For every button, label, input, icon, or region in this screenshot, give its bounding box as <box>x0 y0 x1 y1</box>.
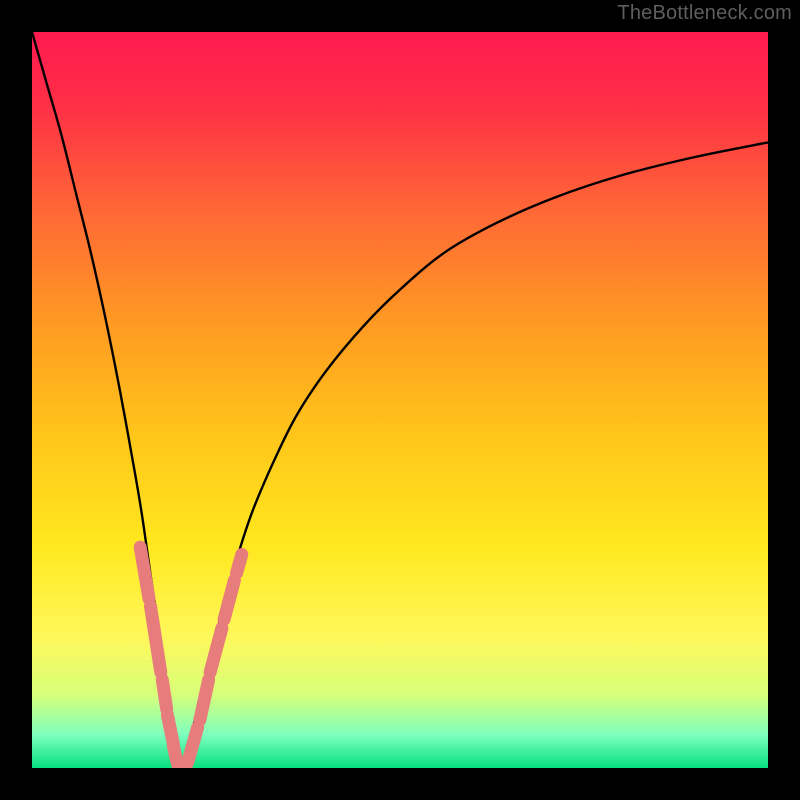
marker-segment <box>200 680 209 720</box>
watermark-text: TheBottleneck.com <box>617 2 792 25</box>
chart-frame <box>32 32 768 768</box>
marker-segment <box>188 728 198 762</box>
gradient-background <box>32 32 768 768</box>
marker-segment <box>237 555 242 573</box>
marker-segment <box>167 715 173 744</box>
marker-segment <box>140 547 149 599</box>
marker-segment <box>162 680 166 709</box>
bottleneck-chart <box>32 32 768 768</box>
